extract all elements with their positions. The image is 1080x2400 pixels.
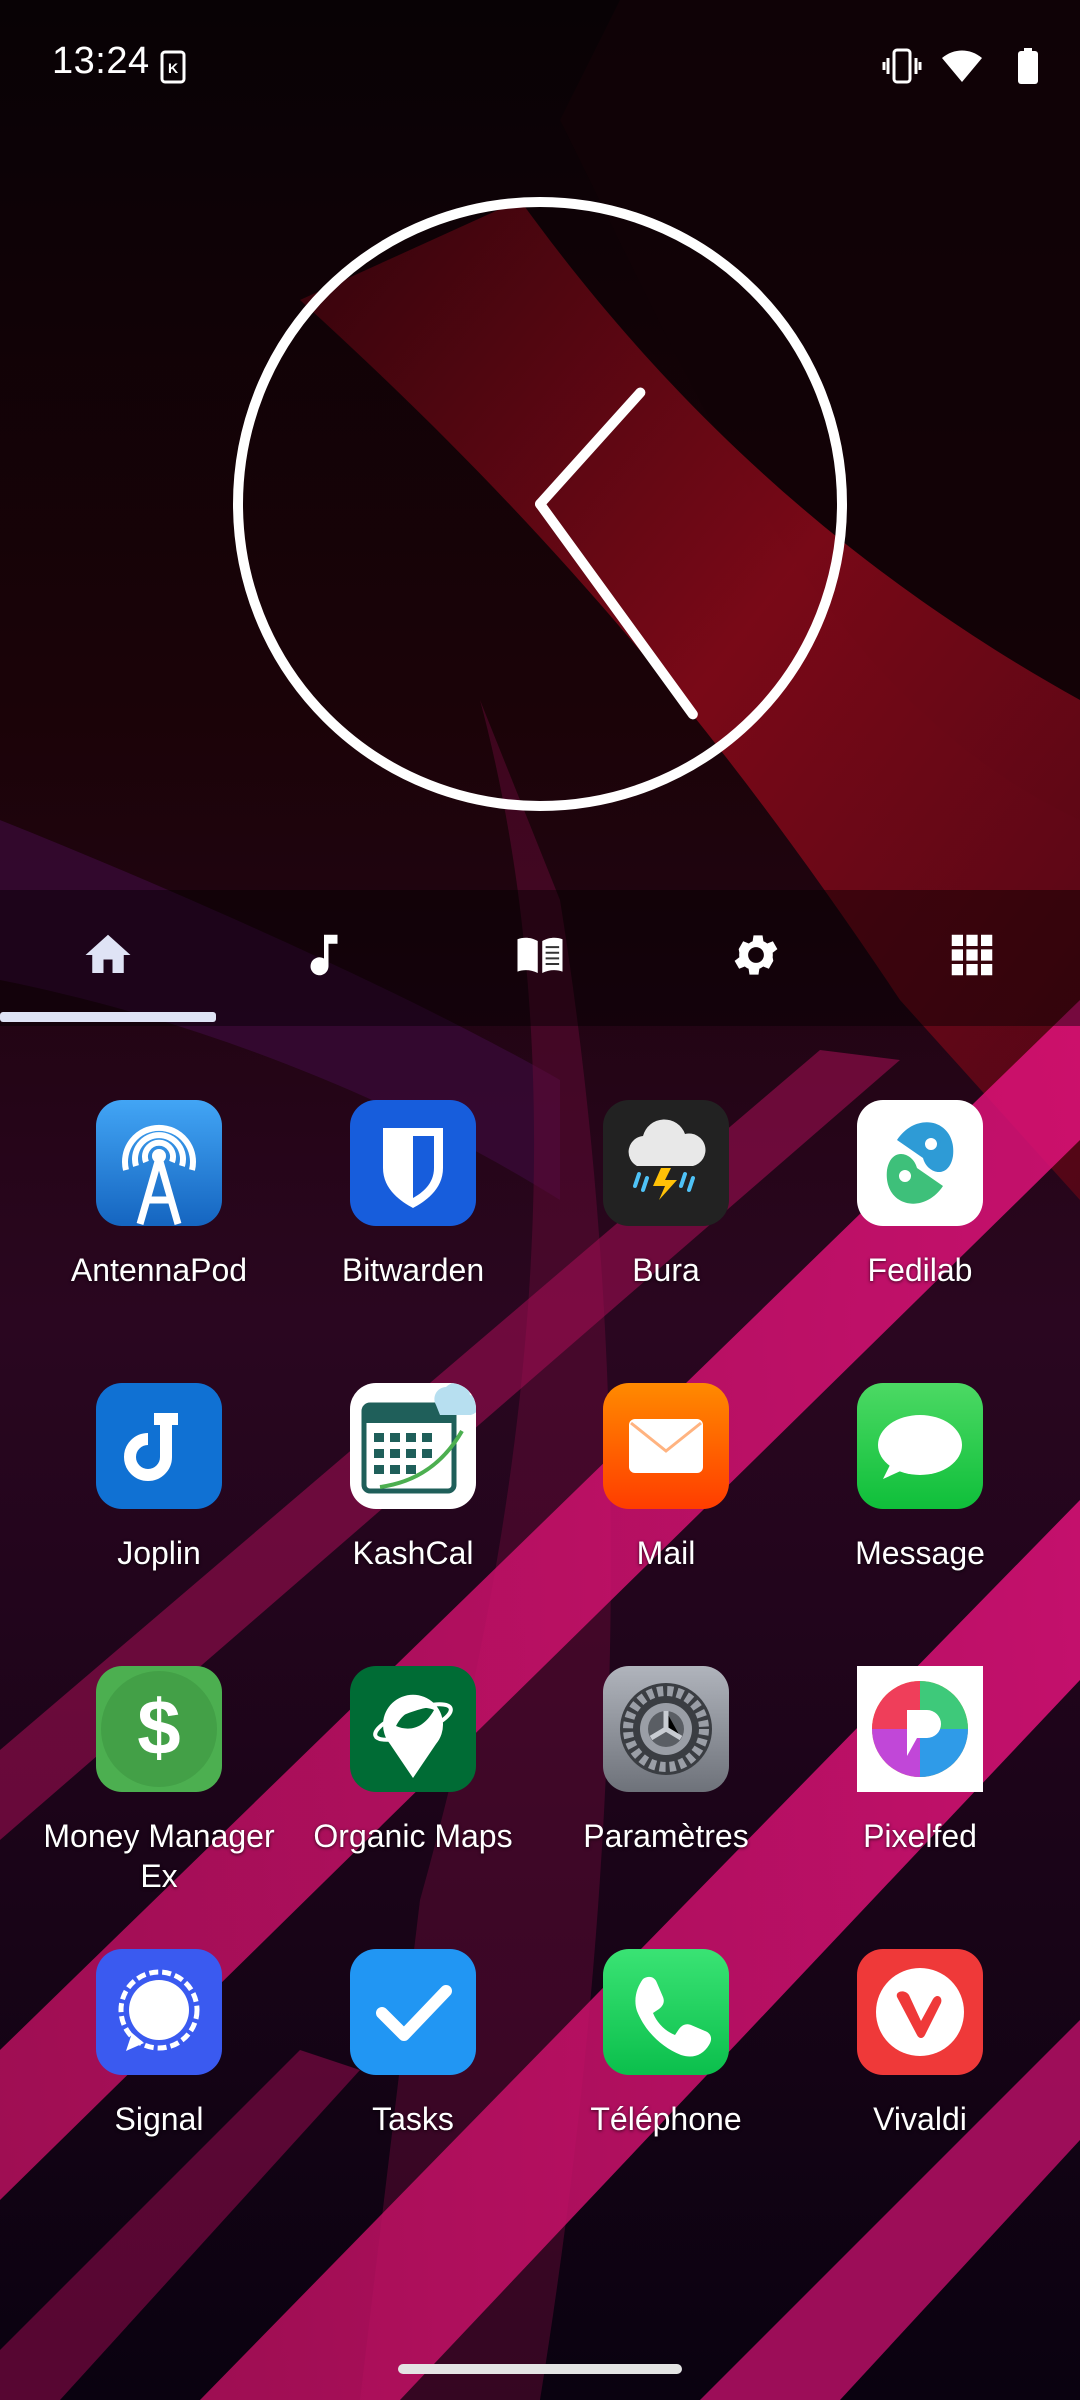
app-label: Bitwarden	[341, 1252, 485, 1288]
app-organic-maps[interactable]: Organic Maps	[288, 1666, 538, 1906]
app-mail[interactable]: Mail	[541, 1383, 791, 1623]
app-kashcal[interactable]: KashCal	[288, 1383, 538, 1623]
status-bar: 13:24 K	[0, 0, 1080, 130]
vivaldi-icon	[857, 1949, 983, 2075]
bitwarden-icon	[350, 1100, 476, 1226]
clock-minute-hand	[535, 499, 698, 720]
app-bitwarden[interactable]: Bitwarden	[288, 1100, 538, 1340]
app-label: Mail	[636, 1535, 696, 1571]
app-money-manager-ex[interactable]: $ Money Manager Ex	[34, 1666, 284, 1906]
app-antennapod[interactable]: AntennaPod	[34, 1100, 284, 1340]
phone-icon	[603, 1949, 729, 2075]
launcher-tab-bar	[0, 890, 1080, 1026]
app-label: Tasks	[372, 2101, 454, 2137]
antennapod-icon	[96, 1100, 222, 1226]
vibrate-icon	[882, 48, 922, 84]
app-fedilab[interactable]: Fedilab	[795, 1100, 1045, 1340]
app-label: Message	[855, 1535, 985, 1571]
message-icon	[857, 1383, 983, 1509]
app-label: Organic Maps	[313, 1818, 513, 1854]
app-label: Bura	[632, 1252, 700, 1288]
app-label: KashCal	[352, 1535, 474, 1571]
pixelfed-icon	[857, 1666, 983, 1792]
wifi-icon	[942, 50, 982, 82]
book-icon	[517, 937, 563, 973]
app-label: Signal	[114, 2101, 204, 2137]
joplin-icon	[96, 1383, 222, 1509]
svg-text:K: K	[168, 60, 178, 76]
app-label: Pixelfed	[863, 1818, 977, 1854]
app-bura[interactable]: Bura	[541, 1100, 791, 1340]
home-icon	[85, 934, 131, 973]
app-label: Paramètres	[583, 1818, 749, 1854]
organic-maps-icon	[350, 1666, 476, 1792]
app-signal[interactable]: Signal	[34, 1949, 284, 2189]
analog-clock-widget[interactable]	[230, 194, 850, 814]
tasks-check-icon	[350, 1949, 476, 2075]
gear-icon	[734, 935, 778, 975]
grid-icon	[951, 934, 993, 976]
app-label: Téléphone	[590, 2101, 742, 2137]
kashcal-calendar-icon	[350, 1383, 476, 1509]
app-label: AntennaPod	[70, 1252, 248, 1288]
music-note-icon	[310, 934, 338, 976]
app-label: Money Manager Ex	[43, 1818, 275, 1894]
signal-icon	[96, 1949, 222, 2075]
app-tasks[interactable]: Tasks	[288, 1949, 538, 2189]
tab-books[interactable]	[432, 890, 648, 1020]
bura-weather-icon	[603, 1100, 729, 1226]
tab-all-apps[interactable]	[864, 890, 1080, 1020]
app-label: Vivaldi	[873, 2101, 967, 2137]
battery-icon	[1018, 48, 1038, 84]
mail-icon	[603, 1383, 729, 1509]
app-telephone[interactable]: Téléphone	[541, 1949, 791, 2189]
app-message[interactable]: Message	[795, 1383, 1045, 1623]
selected-tab-indicator	[0, 1012, 216, 1022]
notification-card-icon: K	[160, 50, 186, 84]
clock-hour-hand	[535, 387, 646, 509]
fedilab-icon	[857, 1100, 983, 1226]
app-label: Fedilab	[867, 1252, 973, 1288]
money-manager-icon: $	[96, 1666, 222, 1792]
app-joplin[interactable]: Joplin	[34, 1383, 284, 1623]
app-parametres[interactable]: Paramètres	[541, 1666, 791, 1906]
tab-home[interactable]	[0, 890, 216, 1020]
app-pixelfed[interactable]: Pixelfed	[795, 1666, 1045, 1906]
tab-music[interactable]	[216, 890, 432, 1020]
svg-text:$: $	[137, 1683, 180, 1771]
settings-gear-icon	[603, 1666, 729, 1792]
status-time: 13:24	[52, 40, 150, 82]
app-label: Joplin	[117, 1535, 201, 1571]
tab-settings[interactable]	[648, 890, 864, 1020]
gesture-navigation-handle[interactable]	[398, 2364, 682, 2374]
app-vivaldi[interactable]: Vivaldi	[795, 1949, 1045, 2189]
